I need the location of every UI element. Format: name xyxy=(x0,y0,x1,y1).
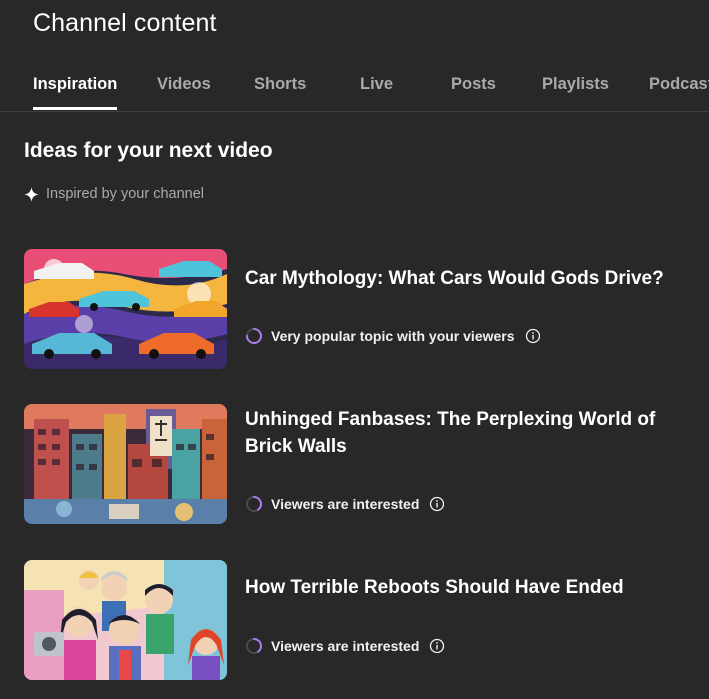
popularity-ring-icon xyxy=(245,637,263,655)
tab-shorts[interactable]: Shorts xyxy=(254,60,306,111)
idea-status-text: Viewers are interested xyxy=(271,496,420,512)
info-icon[interactable] xyxy=(429,638,445,654)
idea-thumbnail[interactable] xyxy=(24,404,227,524)
section-subtitle: Inspired by your channel xyxy=(24,184,204,204)
idea-status: Viewers are interested xyxy=(245,494,445,514)
popularity-ring-icon xyxy=(245,327,263,345)
idea-card[interactable]: Unhinged Fanbases: The Perplexing World … xyxy=(24,404,704,524)
info-icon[interactable] xyxy=(525,328,541,344)
tab-inspiration[interactable]: Inspiration xyxy=(33,60,118,111)
idea-title[interactable]: Car Mythology: What Cars Would Gods Driv… xyxy=(245,265,705,292)
tab-podcasts[interactable]: Podcasts xyxy=(649,60,709,111)
tab-playlists[interactable]: Playlists xyxy=(542,60,609,111)
comic-characters-illustration xyxy=(24,560,227,680)
brick-city-illustration xyxy=(24,404,227,524)
sports-cars-illustration xyxy=(24,249,227,369)
info-icon[interactable] xyxy=(429,496,445,512)
content-tabs: Inspiration Videos Shorts Live Posts Pla… xyxy=(0,60,709,112)
subtitle-text: Inspired by your channel xyxy=(46,186,204,202)
idea-thumbnail[interactable] xyxy=(24,249,227,369)
idea-title[interactable]: How Terrible Reboots Should Have Ended xyxy=(245,574,705,601)
channel-content-page: Channel content Inspiration Videos Short… xyxy=(0,0,709,699)
tab-videos[interactable]: Videos xyxy=(157,60,211,111)
idea-status-text: Viewers are interested xyxy=(271,638,420,654)
idea-status: Viewers are interested xyxy=(245,636,445,656)
idea-card[interactable]: How Terrible Reboots Should Have Ended V… xyxy=(24,560,704,680)
page-title: Channel content xyxy=(33,9,217,37)
idea-title[interactable]: Unhinged Fanbases: The Perplexing World … xyxy=(245,406,705,460)
idea-status-text: Very popular topic with your viewers xyxy=(271,328,515,344)
section-title: Ideas for your next video xyxy=(24,139,273,162)
sparkle-icon xyxy=(24,186,39,202)
popularity-ring-icon xyxy=(245,495,263,513)
tab-live[interactable]: Live xyxy=(360,60,393,111)
idea-card[interactable]: Car Mythology: What Cars Would Gods Driv… xyxy=(24,249,704,369)
tab-posts[interactable]: Posts xyxy=(451,60,496,111)
idea-status: Very popular topic with your viewers xyxy=(245,326,541,346)
idea-thumbnail[interactable] xyxy=(24,560,227,680)
